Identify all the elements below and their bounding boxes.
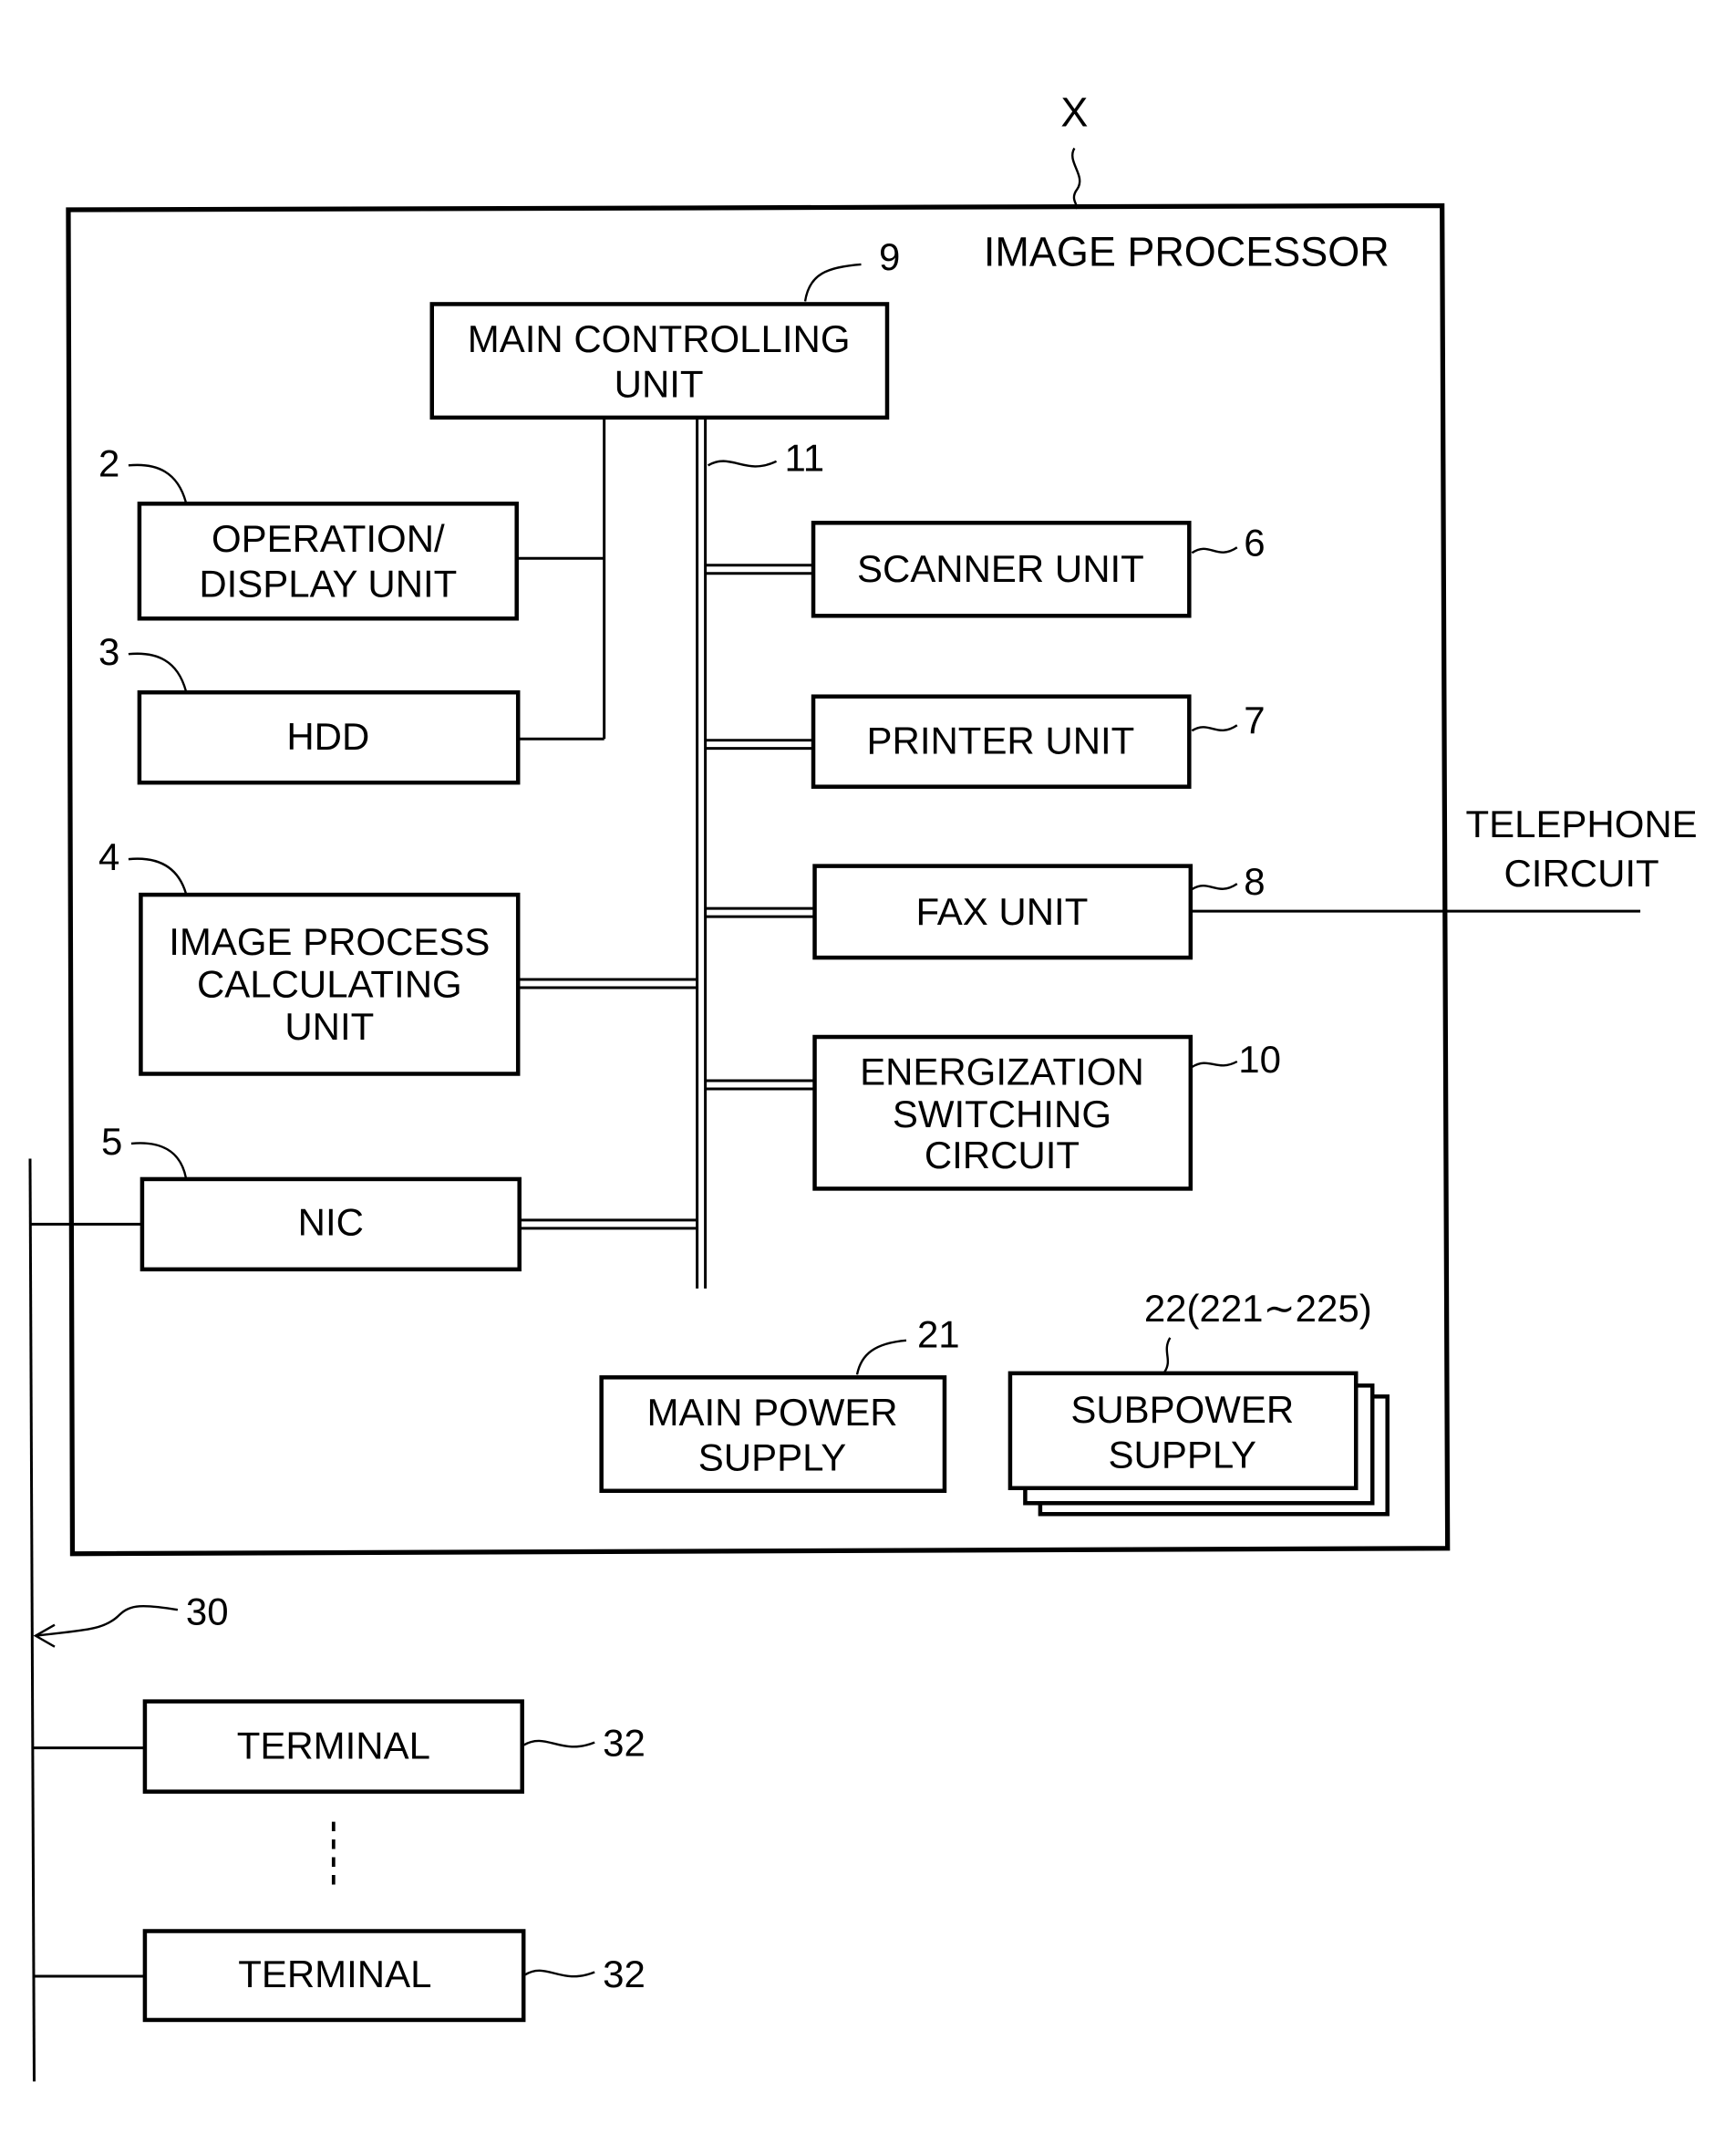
ref-30: 30 — [186, 1590, 229, 1633]
image-process-label-2: CALCULATING — [197, 963, 462, 1006]
ref-7: 7 — [1244, 699, 1265, 741]
main-controlling-unit-label-2: UNIT — [615, 362, 704, 405]
device-ref-label: X — [1060, 89, 1088, 136]
terminal: TERMINAL 32 — [32, 1699, 646, 1794]
energization-switching-circuit: ENERGIZATION SWITCHING CIRCUIT 10 — [705, 1034, 1281, 1191]
scanner-unit-label: SCANNER UNIT — [857, 547, 1144, 590]
ref-leader-6 — [1191, 546, 1238, 554]
printer-unit: PRINTER UNIT 7 — [705, 694, 1266, 789]
ref-leader-2 — [128, 463, 188, 503]
image-process-label-1: IMAGE PROCESS — [169, 920, 490, 963]
ref-leader-22 — [1163, 1337, 1172, 1373]
ref-leader-21 — [855, 1339, 907, 1375]
ref-32: 32 — [603, 1953, 646, 1995]
subpower-supply: SUBPOWER SUPPLY 22(221∼225) — [1008, 1287, 1390, 1517]
ref-32: 32 — [603, 1722, 646, 1765]
ref-5: 5 — [101, 1120, 122, 1163]
ref-10: 10 — [1238, 1038, 1281, 1081]
ref-leader-10 — [1191, 1060, 1238, 1069]
fax-unit: FAX UNIT 8 — [705, 860, 1641, 960]
operation-display-unit-label-2: DISPLAY UNIT — [199, 562, 457, 605]
energization-label-3: CIRCUIT — [925, 1134, 1080, 1176]
ref-6: 6 — [1244, 521, 1265, 564]
ref-leader-5 — [130, 1142, 188, 1178]
system-bus: 11 — [696, 417, 825, 1289]
ref-leader-30 — [35, 1604, 179, 1637]
ref-21: 21 — [917, 1312, 960, 1355]
ref-leader-32 — [524, 1969, 595, 1978]
image-process-label-3: UNIT — [284, 1005, 374, 1048]
ref-9: 9 — [879, 235, 900, 278]
control-line — [518, 417, 606, 741]
fax-unit-label: FAX UNIT — [915, 890, 1088, 933]
nic-label: NIC — [298, 1200, 364, 1243]
main-controlling-unit-label-1: MAIN CONTROLLING — [468, 317, 851, 360]
telephone-circuit-label-1: TELEPHONE — [1465, 803, 1697, 845]
energization-label-2: SWITCHING — [893, 1093, 1111, 1135]
ref-8: 8 — [1244, 860, 1265, 903]
ref-leader-3 — [128, 652, 188, 692]
operation-display-unit-label-1: OPERATION/ — [212, 517, 445, 560]
device-ref-leader — [1071, 147, 1081, 210]
main-controlling-unit: MAIN CONTROLLING UNIT 9 — [429, 235, 900, 420]
ref-leader-9 — [803, 263, 862, 302]
subpower-supply-label-2: SUPPLY — [1109, 1433, 1257, 1476]
main-power-supply-label-1: MAIN POWER — [646, 1391, 897, 1434]
device-title: IMAGE PROCESSOR — [984, 228, 1390, 275]
hdd-label: HDD — [286, 715, 369, 758]
ref-leader-8 — [1191, 883, 1238, 891]
energization-label-1: ENERGIZATION — [860, 1050, 1144, 1093]
terminal-label: TERMINAL — [238, 1953, 431, 1995]
telephone-circuit-label-2: CIRCUIT — [1504, 852, 1658, 895]
image-process-calculating-unit: IMAGE PROCESS CALCULATING UNIT 4 — [98, 835, 698, 1076]
ref-leader-4 — [128, 857, 188, 894]
ref-leader-11 — [707, 460, 778, 468]
block-diagram: X IMAGE PROCESSOR MAIN CONTROLLING UNIT … — [28, 89, 1698, 2082]
operation-display-unit: OPERATION/ DISPLAY UNIT 2 — [98, 441, 519, 621]
subpower-supply-label-1: SUBPOWER — [1070, 1388, 1294, 1431]
hdd: HDD 3 — [98, 630, 521, 785]
scanner-unit: SCANNER UNIT 6 — [705, 521, 1266, 618]
ref-22: 22(221∼225) — [1144, 1287, 1372, 1330]
terminal-label: TERMINAL — [237, 1725, 430, 1767]
printer-unit-label: PRINTER UNIT — [867, 720, 1135, 762]
telephone-circuit: TELEPHONE CIRCUIT — [1465, 803, 1697, 895]
ref-11: 11 — [785, 436, 825, 479]
ref-4: 4 — [98, 835, 119, 878]
ref-3: 3 — [98, 630, 119, 673]
main-power-supply: MAIN POWER SUPPLY 21 — [599, 1312, 960, 1494]
nic: NIC 5 — [101, 1120, 698, 1272]
ref-leader-7 — [1191, 724, 1238, 732]
main-power-supply-label-2: SUPPLY — [698, 1435, 847, 1478]
ref-2: 2 — [98, 441, 119, 484]
network-line — [28, 1158, 36, 2082]
ref-leader-32 — [522, 1739, 595, 1748]
terminal: TERMINAL 32 — [32, 1929, 646, 2023]
